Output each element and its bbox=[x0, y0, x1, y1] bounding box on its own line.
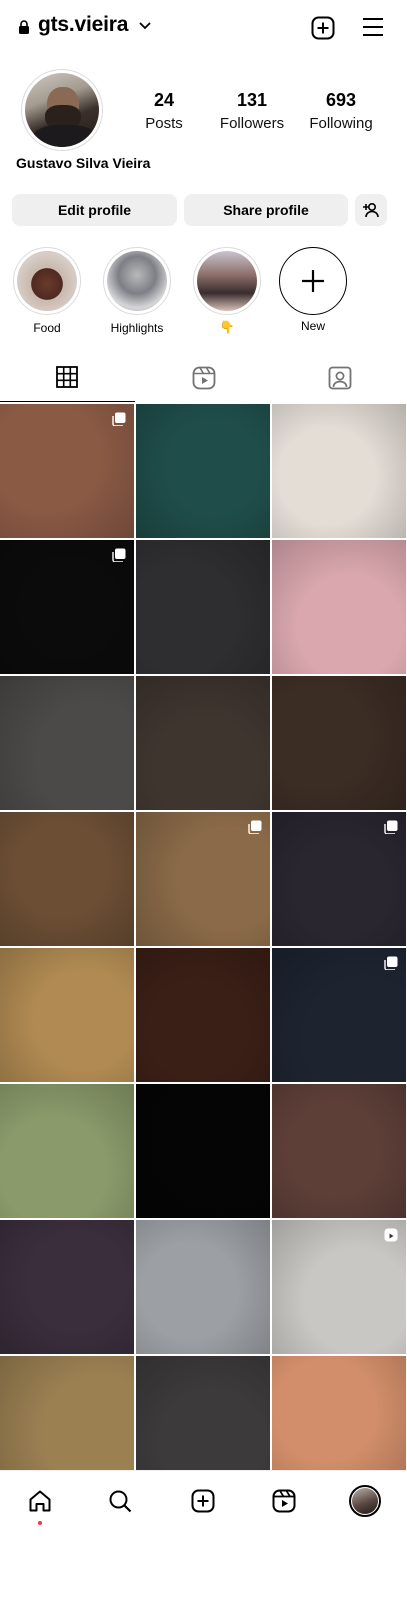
reels-icon bbox=[192, 366, 216, 390]
post-thumbnail[interactable] bbox=[0, 404, 134, 538]
new-highlight[interactable]: New bbox=[277, 247, 349, 333]
posts-count[interactable]: 24 Posts bbox=[138, 90, 190, 132]
highlight-label: Highlights bbox=[110, 321, 164, 335]
following-count[interactable]: 693 Following bbox=[305, 90, 377, 132]
highlight-label: Food bbox=[33, 321, 61, 335]
following-label: Following bbox=[309, 115, 373, 132]
highlight-highlights[interactable]: Highlights bbox=[101, 247, 173, 335]
nav-home[interactable] bbox=[20, 1481, 60, 1525]
reel-icon bbox=[384, 1228, 398, 1242]
carousel-icon bbox=[112, 548, 126, 562]
post-thumbnail[interactable] bbox=[136, 812, 270, 946]
following-value: 693 bbox=[325, 90, 357, 110]
followers-count[interactable]: 131 Followers bbox=[216, 90, 288, 132]
plus-icon bbox=[302, 270, 324, 292]
highlight-cover bbox=[17, 251, 77, 311]
followers-label: Followers bbox=[219, 115, 285, 132]
profile-avatar bbox=[349, 1485, 381, 1517]
reels-icon bbox=[272, 1489, 296, 1513]
post-thumbnail[interactable] bbox=[272, 1220, 406, 1354]
post-thumbnail[interactable] bbox=[136, 1220, 270, 1354]
chevron-down-icon[interactable] bbox=[139, 22, 151, 30]
highlight-label: 👇 bbox=[219, 320, 235, 334]
edit-profile-button[interactable]: Edit profile bbox=[12, 194, 177, 226]
highlight-pointing[interactable]: 👇 bbox=[191, 247, 263, 334]
highlight-cover bbox=[107, 251, 167, 311]
create-icon bbox=[191, 1489, 215, 1513]
posts-value: 24 bbox=[153, 90, 175, 110]
carousel-icon bbox=[112, 412, 126, 426]
tab-tagged[interactable] bbox=[272, 356, 407, 402]
post-thumbnail[interactable] bbox=[272, 948, 406, 1082]
add-person-icon bbox=[363, 202, 379, 218]
top-bar: gts.vieira bbox=[0, 0, 407, 56]
post-thumbnail[interactable] bbox=[0, 540, 134, 674]
carousel-icon bbox=[384, 956, 398, 970]
tagged-user-icon bbox=[328, 366, 352, 390]
followers-value: 131 bbox=[236, 90, 268, 110]
account-username[interactable]: gts.vieira bbox=[38, 13, 128, 37]
post-thumbnail[interactable] bbox=[0, 1220, 134, 1354]
hamburger-menu-icon[interactable] bbox=[362, 17, 384, 37]
post-thumbnail[interactable] bbox=[136, 540, 270, 674]
search-icon bbox=[109, 1490, 132, 1513]
nav-profile[interactable] bbox=[345, 1481, 385, 1521]
profile-photo bbox=[25, 73, 99, 147]
bottom-navigation bbox=[0, 1470, 407, 1600]
post-thumbnail[interactable] bbox=[272, 1084, 406, 1218]
post-thumbnail[interactable] bbox=[272, 404, 406, 538]
carousel-icon bbox=[248, 820, 262, 834]
nav-search[interactable] bbox=[100, 1481, 140, 1521]
profile-avatar[interactable] bbox=[21, 69, 103, 151]
highlight-label: New bbox=[300, 319, 325, 333]
highlight-food[interactable]: Food bbox=[11, 247, 83, 335]
nav-reels[interactable] bbox=[264, 1481, 304, 1521]
post-thumbnail[interactable] bbox=[0, 676, 134, 810]
lock-icon bbox=[19, 20, 29, 34]
profile-tabs bbox=[0, 356, 407, 402]
post-thumbnail[interactable] bbox=[136, 1084, 270, 1218]
discover-people-button[interactable] bbox=[355, 194, 387, 226]
carousel-icon bbox=[384, 820, 398, 834]
post-thumbnail[interactable] bbox=[0, 1084, 134, 1218]
post-thumbnail[interactable] bbox=[272, 540, 406, 674]
highlight-cover bbox=[197, 251, 257, 311]
notification-dot bbox=[38, 1521, 42, 1525]
post-thumbnail[interactable] bbox=[136, 676, 270, 810]
home-icon bbox=[29, 1490, 51, 1512]
tab-posts-grid[interactable] bbox=[0, 356, 135, 402]
post-thumbnail[interactable] bbox=[272, 812, 406, 946]
nav-create[interactable] bbox=[183, 1481, 223, 1521]
post-thumbnail[interactable] bbox=[0, 812, 134, 946]
plus-square-icon[interactable] bbox=[311, 16, 335, 40]
share-profile-button[interactable]: Share profile bbox=[184, 194, 348, 226]
post-thumbnail[interactable] bbox=[0, 948, 134, 1082]
post-thumbnail[interactable] bbox=[136, 948, 270, 1082]
post-thumbnail[interactable] bbox=[272, 676, 406, 810]
tab-reels[interactable] bbox=[136, 356, 271, 402]
grid-icon bbox=[56, 366, 78, 388]
post-thumbnail[interactable] bbox=[136, 404, 270, 538]
posts-label: Posts bbox=[145, 115, 183, 132]
profile-full-name: Gustavo Silva Vieira bbox=[16, 155, 151, 171]
